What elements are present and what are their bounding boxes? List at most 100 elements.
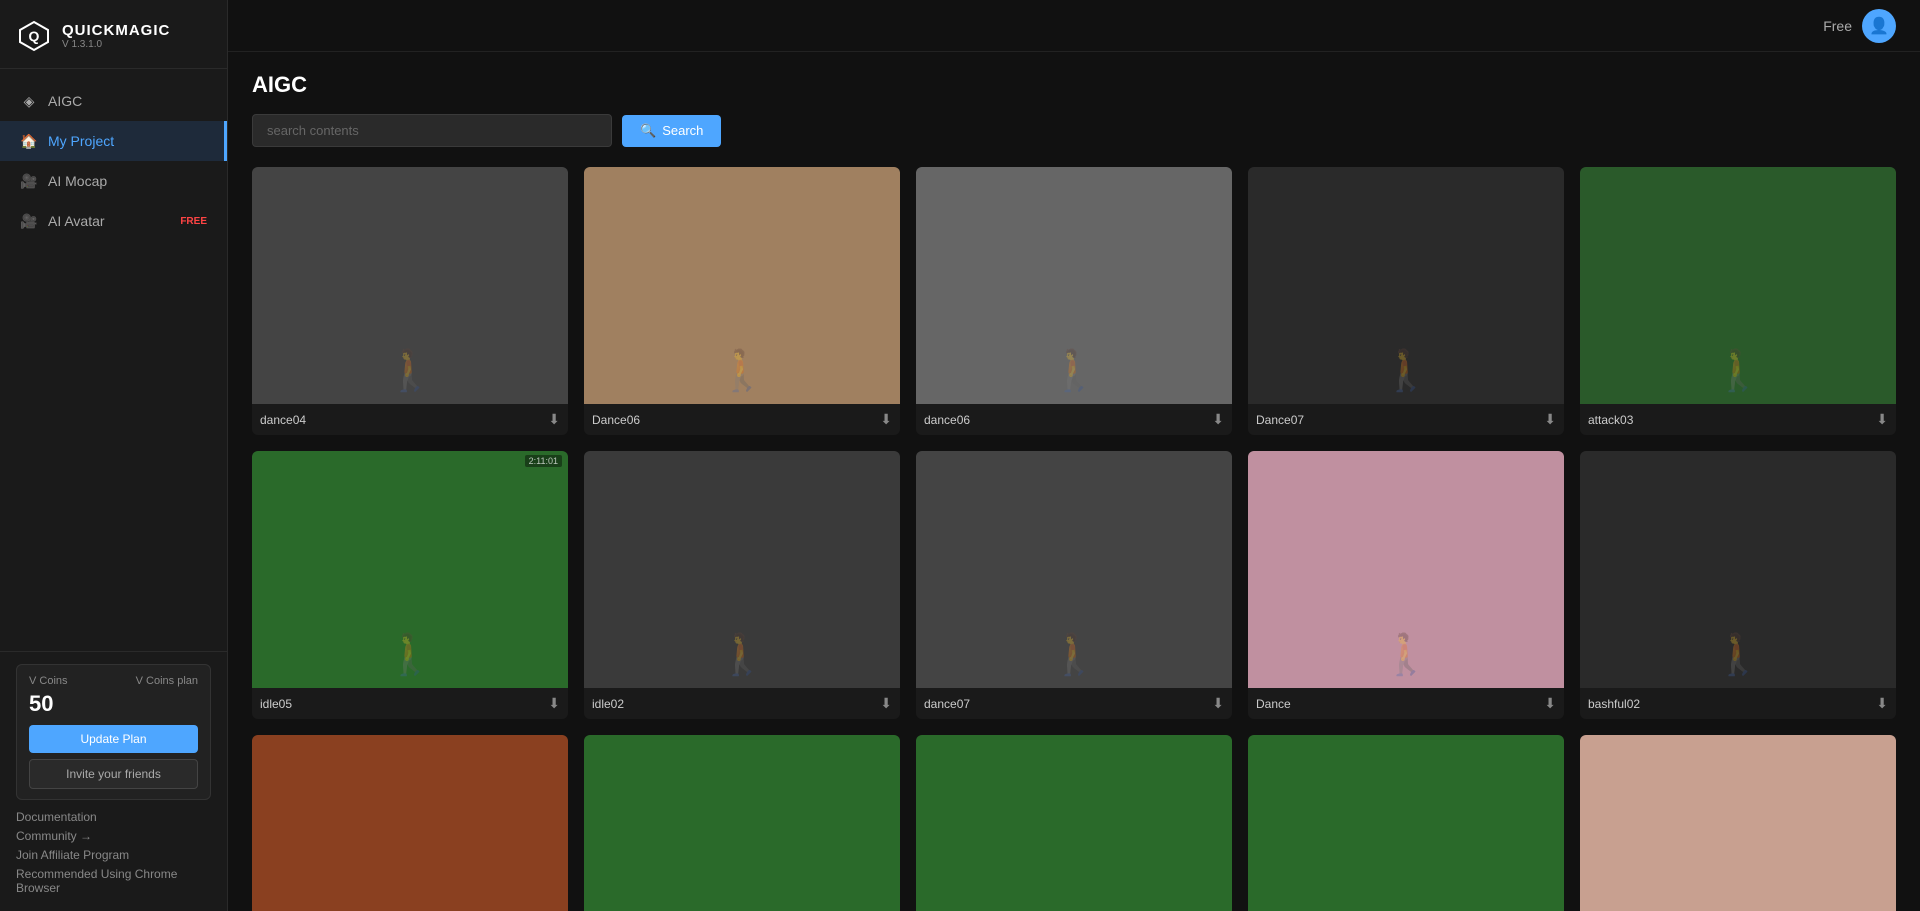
video-name-v8: dance07: [924, 697, 1206, 711]
invite-friends-button[interactable]: Invite your friends: [29, 759, 198, 789]
sidebar-item-ai-avatar[interactable]: 🎥AI AvatarFREE: [0, 201, 227, 241]
thumb-placeholder-v4: 🚶: [1248, 167, 1564, 404]
video-thumb-v6: 🚶2:11:01: [252, 451, 568, 688]
figure-icon-v4: 🚶: [1381, 347, 1431, 394]
search-input[interactable]: [252, 114, 612, 147]
thumb-placeholder-v13: 🚶: [916, 735, 1232, 911]
download-icon-v4[interactable]: ⬇: [1544, 411, 1556, 428]
video-thumb-v7: 🚶: [584, 451, 900, 688]
thumb-placeholder-v6: 🚶2:11:01: [252, 451, 568, 688]
thumb-placeholder-v1: 🚶: [252, 167, 568, 404]
video-card-v9[interactable]: 🚶 Dance ⬇: [1248, 451, 1564, 719]
video-card-v15[interactable]: 🚶dance02⬇: [1580, 735, 1896, 911]
user-avatar[interactable]: 👤: [1862, 9, 1896, 43]
free-badge-ai-avatar: FREE: [180, 216, 207, 227]
download-icon-v7[interactable]: ⬇: [880, 695, 892, 712]
video-thumb-v13: 🚶: [916, 735, 1232, 911]
vcoins-box: V Coins V Coins plan 50 Update Plan Invi…: [16, 664, 211, 800]
video-thumb-v12: 🚶: [584, 735, 900, 911]
video-thumb-v4: 🚶: [1248, 167, 1564, 404]
sidebar-link-docs[interactable]: Documentation: [16, 810, 211, 824]
video-thumb-v11: 🚶: [252, 735, 568, 911]
video-card-v2[interactable]: 🚶Dance06⬇: [584, 167, 900, 435]
figure-icon-v6: 🚶: [385, 631, 435, 678]
sidebar-item-label-ai-mocap: AI Mocap: [48, 173, 107, 189]
main-content: Free 👤 AIGC 🔍 Search 🚶dance04⬇🚶Dance06⬇🚶…: [228, 0, 1920, 911]
video-grid: 🚶dance04⬇🚶Dance06⬇🚶dance06⬇🚶Dance07⬇🚶att…: [252, 167, 1896, 911]
update-plan-button[interactable]: Update Plan: [29, 725, 198, 753]
download-icon-v8[interactable]: ⬇: [1212, 695, 1224, 712]
figure-icon-v2: 🚶: [717, 347, 767, 394]
download-icon-v2[interactable]: ⬇: [880, 411, 892, 428]
thumb-placeholder-v2: 🚶: [584, 167, 900, 404]
video-thumb-v1: 🚶: [252, 167, 568, 404]
video-card-v4[interactable]: 🚶 Dance07 ⬇: [1248, 167, 1564, 435]
video-info-v4: Dance07 ⬇: [1248, 404, 1564, 435]
download-icon-v10[interactable]: ⬇: [1876, 695, 1888, 712]
search-button[interactable]: 🔍 Search: [622, 115, 721, 147]
thumb-placeholder-v14: 🚶: [1248, 735, 1564, 911]
video-card-v13[interactable]: 🚶Attack⬇: [916, 735, 1232, 911]
aigc-icon: ◈: [20, 92, 38, 110]
logo-text: QUICKMAGIC V 1.3.1.0: [62, 22, 170, 50]
download-icon-v6[interactable]: ⬇: [548, 695, 560, 712]
video-name-v9: Dance: [1256, 697, 1538, 711]
video-name-v4: Dance07: [1256, 413, 1538, 427]
vcoins-amount: 50: [29, 691, 198, 717]
video-thumb-v14: 🚶: [1248, 735, 1564, 911]
sidebar: Q QUICKMAGIC V 1.3.1.0 ◈ AIGC 🏠 My Project 🎥…: [0, 0, 228, 911]
video-card-v7[interactable]: 🚶idle02⬇: [584, 451, 900, 719]
figure-icon-v3: 🚶: [1049, 347, 1099, 394]
quickmagic-logo-icon: Q: [16, 18, 52, 54]
video-thumb-v5: 🚶: [1580, 167, 1896, 404]
search-bar: 🔍 Search: [252, 114, 1896, 147]
sidebar-links: Documentation Community → Join Affiliate…: [16, 810, 211, 895]
video-name-v5: attack03: [1588, 413, 1870, 427]
video-thumb-v3: 🚶: [916, 167, 1232, 404]
download-icon-v3[interactable]: ⬇: [1212, 411, 1224, 428]
sidebar-item-aigc[interactable]: ◈ AIGC: [0, 81, 227, 121]
video-thumb-v10: 🚶: [1580, 451, 1896, 688]
video-card-v8[interactable]: 🚶 dance07 ⬇: [916, 451, 1232, 719]
sidebar-link-affiliate[interactable]: Join Affiliate Program: [16, 848, 211, 862]
download-icon-v1[interactable]: ⬇: [548, 411, 560, 428]
sidebar-item-ai-mocap[interactable]: 🎥 AI Mocap: [0, 161, 227, 201]
thumb-placeholder-v3: 🚶: [916, 167, 1232, 404]
video-card-v11[interactable]: 🚶Dacne02⬇: [252, 735, 568, 911]
sidebar-item-label-aigc: AIGC: [48, 93, 82, 109]
my-project-icon: 🏠: [20, 132, 38, 150]
video-card-v1[interactable]: 🚶 dance04 ⬇: [252, 167, 568, 435]
thumb-placeholder-v7: 🚶: [584, 451, 900, 688]
search-icon: 🔍: [640, 123, 656, 139]
download-icon-v5[interactable]: ⬇: [1876, 411, 1888, 428]
video-name-v3: dance06: [924, 413, 1206, 427]
app-version: V 1.3.1.0: [62, 39, 170, 50]
video-card-v5[interactable]: 🚶 attack03 ⬇: [1580, 167, 1896, 435]
video-card-v12[interactable]: 🚶attack04⬇: [584, 735, 900, 911]
figure-icon-v9: 🚶: [1381, 631, 1431, 678]
video-thumb-v9: 🚶: [1248, 451, 1564, 688]
video-name-v10: bashful02: [1588, 697, 1870, 711]
video-thumb-v8: 🚶: [916, 451, 1232, 688]
video-info-v7: idle02⬇: [584, 688, 900, 719]
sidebar-link-chrome[interactable]: Recommended Using Chrome Browser: [16, 867, 211, 895]
video-card-v14[interactable]: 🚶attack02⬇: [1248, 735, 1564, 911]
figure-icon-v1: 🚶: [385, 347, 435, 394]
thumb-placeholder-v10: 🚶: [1580, 451, 1896, 688]
free-label: Free: [1823, 18, 1852, 34]
video-card-v10[interactable]: 🚶 bashful02 ⬇: [1580, 451, 1896, 719]
video-info-v5: attack03 ⬇: [1580, 404, 1896, 435]
ai-mocap-icon: 🎥: [20, 172, 38, 190]
topbar: Free 👤: [228, 0, 1920, 52]
sidebar-item-label-my-project: My Project: [48, 133, 114, 149]
video-card-v6[interactable]: 🚶2:11:01idle05⬇: [252, 451, 568, 719]
logo-area: Q QUICKMAGIC V 1.3.1.0: [0, 0, 227, 69]
download-icon-v9[interactable]: ⬇: [1544, 695, 1556, 712]
app-name: QUICKMAGIC: [62, 22, 170, 39]
video-name-v1: dance04: [260, 413, 542, 427]
sidebar-link-community[interactable]: Community →: [16, 829, 211, 843]
sidebar-item-my-project[interactable]: 🏠 My Project: [0, 121, 227, 161]
figure-icon-v8: 🚶: [1049, 631, 1099, 678]
topbar-right: Free 👤: [1823, 9, 1896, 43]
video-card-v3[interactable]: 🚶 dance06 ⬇: [916, 167, 1232, 435]
